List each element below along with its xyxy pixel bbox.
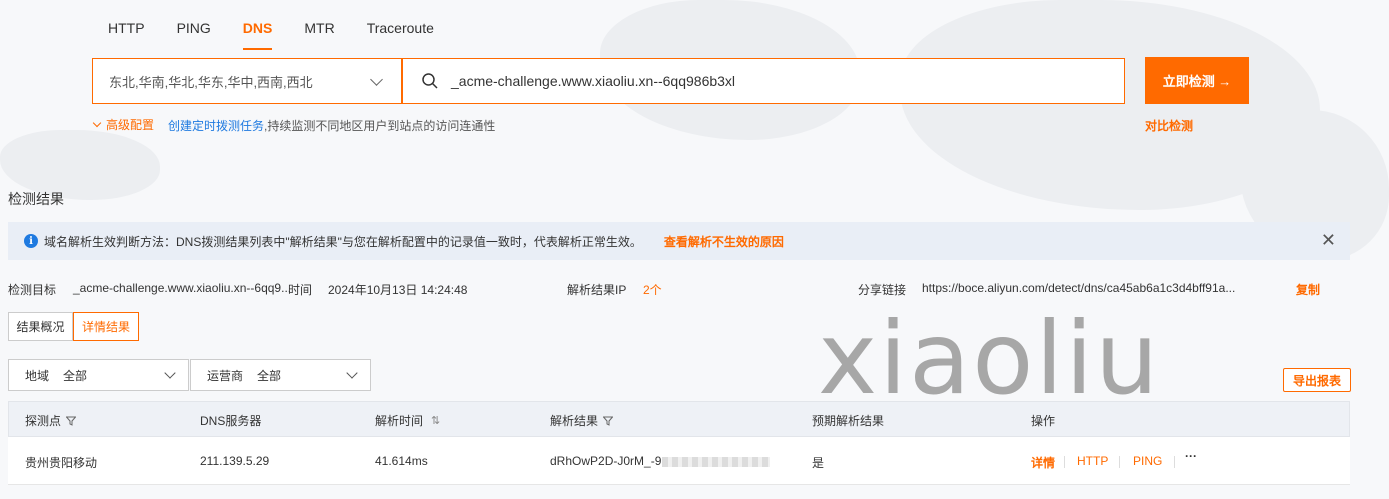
header-expected-result: 预期解析结果: [812, 414, 885, 428]
schedule-description: ,持续监测不同地区用户到站点的访问连通性: [264, 119, 496, 133]
action-http[interactable]: HTTP: [1077, 454, 1108, 468]
tab-ping[interactable]: PING: [161, 8, 227, 48]
isp-filter-value: 全部: [257, 368, 282, 383]
search-input-value: _acme-challenge.www.xiaoliu.xn--6qq986b3…: [451, 73, 736, 89]
isp-filter[interactable]: 运营商 全部: [190, 359, 371, 391]
cell-resolve-result: dRhOwP2D-J0rM_-9: [550, 454, 771, 468]
copy-button[interactable]: 复制: [1296, 281, 1320, 298]
info-notice: i 域名解析生效判断方法：DNS拨测结果列表中"解析结果"与您在解析配置中的记录…: [8, 222, 1350, 260]
time-value: 2024年10月13日 14:24:48: [328, 283, 468, 297]
tab-http[interactable]: HTTP: [92, 8, 161, 48]
target-value: _acme-challenge.www.xiaoliu.xn--6qq9...: [73, 281, 292, 295]
advanced-config-label: 高级配置: [106, 118, 155, 132]
detect-now-button[interactable]: 立即检测 →: [1145, 57, 1249, 104]
domain-search-input[interactable]: _acme-challenge.www.xiaoliu.xn--6qq986b3…: [402, 58, 1125, 104]
view-overview-tab[interactable]: 结果概况: [8, 312, 73, 341]
compare-detect-link[interactable]: 对比检测: [1145, 117, 1193, 134]
share-link: https://boce.aliyun.com/detect/dns/ca45a…: [922, 281, 1236, 295]
more-actions-icon[interactable]: ···: [1185, 449, 1197, 463]
target-label: 检测目标: [8, 283, 57, 297]
watermark-text: xiaoliu: [818, 300, 1161, 417]
cell-dns-server: 211.139.5.29: [200, 454, 270, 468]
cell-probe-point: 贵州贵阳移动: [25, 456, 98, 470]
cell-expected-result: 是: [812, 456, 825, 470]
header-label: 探测点: [25, 414, 62, 428]
result-text: dRhOwP2D-J0rM_-9: [550, 454, 662, 468]
region-filter[interactable]: 地域 全部: [8, 359, 189, 391]
action-detail[interactable]: 详情: [1031, 454, 1055, 471]
header-probe-point[interactable]: 探测点: [25, 412, 77, 429]
region-select[interactable]: 东北,华南,华北,华东,华中,西南,西北: [92, 58, 402, 104]
header-resolve-time[interactable]: 解析时间 ⇅: [375, 412, 440, 429]
header-actions: 操作: [1031, 414, 1056, 428]
info-icon: i: [24, 234, 38, 248]
tab-traceroute[interactable]: Traceroute: [351, 8, 450, 48]
chevron-down-icon: [92, 118, 102, 128]
ip-count[interactable]: 2个: [643, 281, 662, 298]
close-icon[interactable]: ✕: [1321, 231, 1336, 249]
filter-funnel-icon[interactable]: [603, 416, 614, 426]
redacted-blur: [662, 456, 771, 467]
action-separator: [1174, 456, 1175, 468]
region-select-value: 东北,华南,华北,华东,华中,西南,西北: [109, 74, 313, 90]
filter-funnel-icon[interactable]: [66, 416, 77, 426]
tab-mtr[interactable]: MTR: [288, 8, 350, 48]
chevron-down-icon: [346, 367, 358, 379]
view-detail-tab[interactable]: 详情结果: [73, 312, 139, 341]
create-schedule-link[interactable]: 创建定时拨测任务: [168, 117, 264, 134]
header-resolve-result[interactable]: 解析结果: [550, 412, 614, 429]
action-separator: [1119, 456, 1120, 468]
action-separator: [1064, 456, 1065, 468]
header-label: 解析时间: [375, 414, 424, 428]
search-icon: [422, 73, 438, 89]
share-label: 分享链接: [858, 283, 907, 297]
action-ping[interactable]: PING: [1133, 454, 1162, 468]
time-label: 时间: [288, 283, 313, 297]
tab-dns[interactable]: DNS: [227, 8, 289, 50]
region-filter-value: 全部: [63, 368, 88, 383]
advanced-config-toggle[interactable]: 高级配置: [92, 116, 154, 133]
header-label: 解析结果: [550, 414, 599, 428]
chevron-down-icon: [164, 367, 176, 379]
header-dns-server: DNS服务器: [200, 414, 262, 428]
export-report-button[interactable]: 导出报表: [1283, 368, 1351, 392]
notice-reason-link[interactable]: 查看解析不生效的原因: [664, 233, 784, 250]
results-title: 检测结果: [8, 191, 64, 207]
region-filter-label: 地域: [25, 368, 50, 383]
chevron-down-icon: [370, 72, 383, 86]
sort-icon[interactable]: ⇅: [431, 414, 440, 427]
isp-filter-label: 运营商: [207, 368, 244, 383]
notice-text: 域名解析生效判断方法：DNS拨测结果列表中"解析结果"与您在解析配置中的记录值一…: [44, 234, 642, 249]
ip-label: 解析结果IP: [567, 283, 627, 297]
cell-resolve-time: 41.614ms: [375, 454, 428, 468]
protocol-tabs: HTTP PING DNS MTR Traceroute: [92, 8, 450, 50]
